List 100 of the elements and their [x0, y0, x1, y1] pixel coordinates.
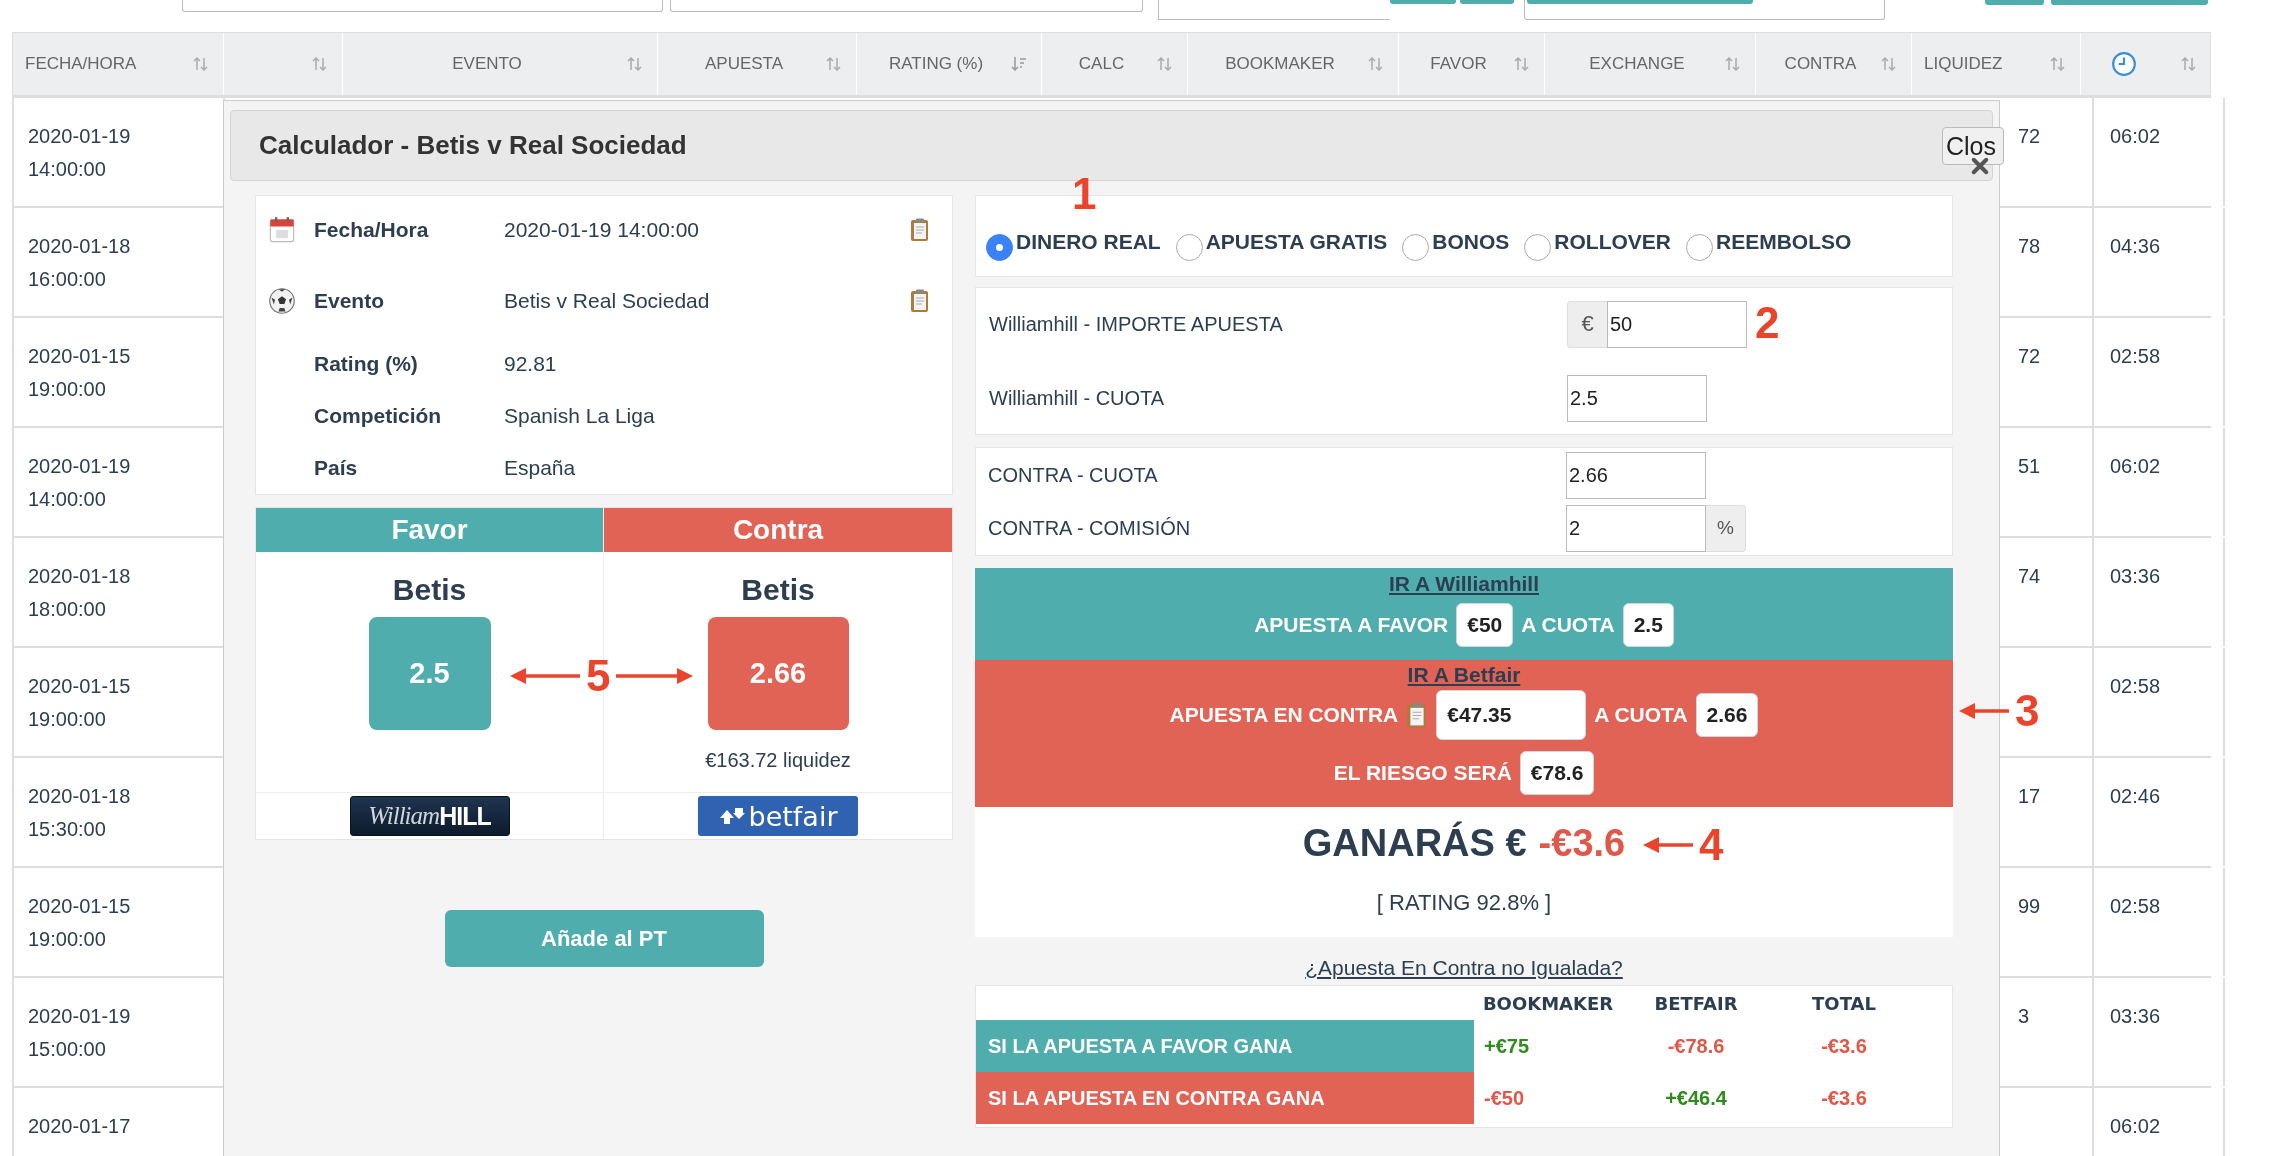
table-cell: 06:02 — [2110, 1115, 2161, 1137]
field-label: Evento — [314, 289, 385, 313]
table-cell: 02:58 — [2110, 345, 2161, 367]
field-value: Betis v Real Sociedad — [504, 289, 711, 313]
column-header[interactable]: RATING (%) — [869, 54, 1003, 74]
modal-title: Calculador - Betis v Real Sociedad — [259, 130, 687, 161]
sort-icon[interactable] — [1157, 56, 1173, 72]
table-cell: 72 — [2018, 345, 2041, 367]
radio-label[interactable]: DINERO REAL — [1016, 230, 1161, 254]
rating-text: [ RATING 92.8% ] — [1376, 889, 1552, 917]
sort-icon[interactable] — [2181, 56, 2197, 72]
annotation-number: 1 — [1072, 168, 1097, 220]
sort-icon[interactable] — [826, 56, 842, 72]
exchange-link[interactable]: IR A Betfair — [1407, 660, 1521, 690]
input-field[interactable]: 2.5 — [1567, 374, 1707, 422]
annotation-number: 5 — [586, 650, 611, 702]
odds-chip: 2.66 — [1695, 693, 1759, 737]
table-cell: 02:58 — [2110, 675, 2161, 697]
field-value: España — [504, 456, 577, 480]
column-header[interactable]: APUESTA — [670, 54, 818, 74]
table-cell-text: +€75 — [1483, 1033, 1531, 1059]
close-button[interactable]: Clos — [1942, 127, 2004, 165]
column-header: BETFAIR — [1653, 991, 1739, 1016]
column-title: Contra — [604, 508, 952, 552]
sort-icon[interactable] — [1881, 56, 1897, 72]
bet-label: A CUOTA — [1594, 703, 1688, 727]
profit-label: GANARÁS € — [1302, 820, 1527, 866]
field-label: Rating (%) — [314, 352, 419, 376]
bet-label: APUESTA A FAVOR — [1254, 613, 1449, 637]
radio-button[interactable] — [1524, 233, 1552, 261]
input-field[interactable]: 2 — [1566, 504, 1706, 552]
amount-chip: €50 — [1456, 603, 1514, 647]
column-title: Favor — [256, 508, 603, 552]
table-cell: 99 — [2018, 895, 2041, 917]
table-cell-text: -€3.6 — [1820, 1085, 1868, 1111]
table-cell-text: -€50 — [1483, 1085, 1526, 1111]
liquidity-text: €163.72 liquidez — [705, 748, 851, 773]
odds-box: 2.5 — [368, 617, 491, 730]
input-field[interactable]: 50 — [1607, 300, 1747, 348]
column-header[interactable]: CONTRA — [1768, 54, 1873, 74]
sort-icon[interactable] — [193, 56, 209, 72]
column-header: TOTAL — [1811, 991, 1877, 1016]
table-cell: 3 — [2018, 1005, 2030, 1027]
column-header[interactable]: LIQUIDEZ — [1924, 54, 2042, 74]
table-cell: 02:46 — [2110, 785, 2161, 807]
table-cell-text: +€46.4 — [1664, 1085, 1728, 1111]
table-cell: 03:36 — [2110, 1005, 2161, 1027]
selection-name: Betis — [392, 572, 467, 608]
annotation-arrow — [1959, 701, 2009, 721]
sort-icon[interactable] — [312, 56, 328, 72]
bet-label: APUESTA EN CONTRA — [1169, 703, 1399, 727]
radio-label[interactable]: APUESTA GRATIS — [1205, 230, 1388, 254]
annotation-arrow — [1643, 835, 1693, 855]
input-field[interactable]: 2.66 — [1566, 451, 1706, 499]
sort-icon[interactable] — [1725, 56, 1741, 72]
calendar-icon — [268, 216, 296, 244]
profit-value: -€3.6 — [1538, 821, 1626, 866]
sort-icon[interactable] — [1514, 56, 1530, 72]
bookmaker-logo[interactable]: WilliamHILL — [349, 796, 510, 836]
input-field[interactable]: €47.35 — [1436, 690, 1587, 740]
field-label: Competición — [314, 404, 443, 428]
table-cell: 02:58 — [2110, 895, 2161, 917]
sort-icon[interactable] — [2050, 56, 2066, 72]
column-header: BOOKMAKER — [1481, 991, 1615, 1016]
column-header[interactable]: CALC — [1054, 54, 1149, 74]
sort-descending-icon[interactable] — [1011, 56, 1027, 72]
table-cell: 06:02 — [2110, 125, 2161, 147]
column-header[interactable]: FAVOR — [1411, 54, 1506, 74]
radio-button[interactable] — [986, 233, 1013, 261]
field-label: CONTRA - COMISIÓN — [988, 516, 1192, 540]
radio-label[interactable]: BONOS — [1432, 230, 1510, 254]
sort-icon[interactable] — [627, 56, 643, 72]
table-cell: 06:02 — [2110, 455, 2161, 477]
sort-icon[interactable] — [1368, 56, 1384, 72]
radio-label[interactable]: ROLLOVER — [1554, 230, 1671, 254]
unmatched-link[interactable]: ¿Apuesta En Contra no Igualada? — [1305, 954, 1623, 982]
column-header[interactable]: EVENTO — [355, 54, 619, 74]
field-value: 92.81 — [504, 352, 558, 376]
table-cell: 04:36 — [2110, 235, 2161, 257]
row-label: SI LA APUESTA EN CONTRA GANA — [976, 1072, 1474, 1124]
radio-button[interactable] — [1686, 233, 1713, 261]
clipboard-icon[interactable] — [910, 289, 930, 313]
amount-chip: €78.6 — [1519, 751, 1595, 795]
field-label: Fecha/Hora — [314, 218, 430, 242]
bookmaker-link[interactable]: IR A Williamhill — [1389, 568, 1539, 600]
radio-button[interactable] — [1402, 233, 1430, 261]
close-icon[interactable] — [1970, 156, 1990, 176]
column-header[interactable]: BOOKMAKER — [1200, 54, 1360, 74]
radio-label[interactable]: REEMBOLSO — [1716, 230, 1852, 254]
bet-label: A CUOTA — [1521, 613, 1615, 637]
exchange-logo[interactable]: betfair — [698, 796, 858, 836]
radio-button[interactable] — [1175, 233, 1203, 261]
clipboard-icon[interactable] — [910, 218, 930, 242]
clipboard-icon[interactable] — [1406, 701, 1429, 729]
unit-addon: % — [1706, 504, 1746, 552]
column-header[interactable]: FECHA/HORA — [25, 54, 185, 74]
selection-name: Betis — [741, 572, 815, 608]
column-header[interactable]: EXCHANGE — [1557, 54, 1717, 74]
annotation-number: 3 — [2015, 685, 2040, 737]
annotation-number: 2 — [1755, 297, 1780, 349]
